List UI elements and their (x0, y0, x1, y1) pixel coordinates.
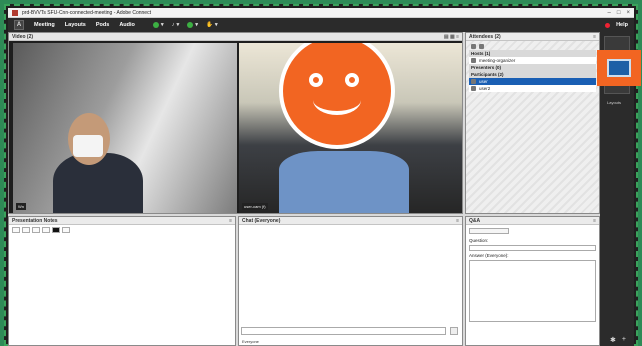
person-shirt (279, 151, 409, 213)
window-title: prd-BVVTs SFU-Cnn-connected-meeting - Ad… (22, 9, 151, 16)
list-button[interactable] (62, 227, 70, 233)
mic-icon: ♪ (171, 22, 175, 28)
window-titlebar: prd-BVVTs SFU-Cnn-connected-meeting - Ad… (8, 8, 634, 18)
underline-button[interactable] (42, 227, 50, 233)
menu-audio[interactable]: Audio (119, 22, 135, 28)
device-controls: ▾ ♪ ▾ ▾ ✋ ▾ (152, 22, 218, 28)
host-icon (471, 58, 476, 63)
status-control[interactable]: ✋ ▾ (206, 22, 218, 28)
qa-question-label: Question: (469, 238, 489, 243)
attendee-view-toggle[interactable] (469, 43, 596, 50)
video-pod: Video (2) ▤ ▦ ≡ Wn user-cam (f) (8, 32, 463, 214)
speaker-control[interactable]: ▾ (152, 22, 164, 28)
qa-filter-select[interactable] (469, 228, 509, 234)
notes-pod-title: Presentation Notes (12, 217, 58, 224)
participant-2-name: user2 (479, 86, 491, 91)
app-logo-icon (12, 9, 18, 16)
chat-pod: Chat (Everyone) ≡ Everyone (238, 216, 463, 346)
tools-icon[interactable]: ✱ (610, 336, 616, 344)
mic-control[interactable]: ♪ ▾ (172, 22, 180, 28)
participant-1-name: user (479, 79, 488, 84)
speaker-icon (152, 22, 159, 28)
attendees-list: Hosts (1) meeting-organizer Presenters (… (466, 41, 599, 94)
layout-screen-icon (607, 59, 631, 77)
maximize-icon[interactable]: □ (617, 10, 621, 16)
font-size-select[interactable] (12, 227, 20, 233)
hosts-section[interactable]: Hosts (1) (469, 50, 596, 57)
hosts-label: Hosts (1) (471, 51, 491, 56)
notes-pod-header: Presentation Notes ≡ (9, 217, 235, 225)
chat-pod-header: Chat (Everyone) ≡ (239, 217, 462, 225)
qa-question-field[interactable] (469, 245, 596, 251)
color-button[interactable] (52, 227, 60, 233)
menubar-right: Help (605, 22, 628, 28)
list-view-icon (471, 44, 476, 49)
help-menu[interactable]: Help (616, 22, 628, 28)
attendees-pod: Attendees (2) ≡ Hosts (1) meeting-organi… (465, 32, 600, 214)
layouts-label: Layouts (607, 100, 622, 105)
camera-feed-2[interactable]: user-cam (f) (239, 43, 462, 213)
attendee-participant-2[interactable]: user2 (469, 85, 596, 92)
user-icon (471, 79, 476, 84)
participants-section[interactable]: Participants (2) (469, 71, 596, 78)
attendees-count: (2) (494, 33, 501, 40)
presenters-label: Presenters (0) (471, 65, 502, 70)
record-icon (605, 22, 611, 28)
italic-button[interactable] (32, 227, 40, 233)
window-controls: – □ × (608, 10, 630, 16)
minimize-icon[interactable]: – (608, 10, 611, 16)
qa-pod-title: Q&A (469, 217, 481, 224)
menu-meeting[interactable]: Meeting (34, 22, 55, 28)
camera-icon (187, 22, 194, 28)
pod-options-icon[interactable]: ▤ ▦ ≡ (444, 34, 459, 40)
video-pod-count: (2) (26, 33, 34, 40)
video-pod-title: Video (12, 33, 26, 40)
pod-menu-icon[interactable]: ≡ (593, 34, 596, 40)
attendee-participant-1[interactable]: user (469, 78, 596, 85)
qa-pod-header: Q&A ≡ (466, 217, 599, 225)
add-layout-icon[interactable]: + (622, 336, 626, 344)
smiley-mouth (313, 85, 361, 115)
menu-pods[interactable]: Pods (96, 22, 109, 28)
camera-control[interactable]: ▾ (187, 22, 198, 28)
pod-menu-icon[interactable]: ≡ (229, 218, 232, 224)
attendees-pod-header: Attendees (2) ≡ (466, 33, 599, 41)
notes-toolbar (9, 225, 235, 235)
layout-highlight[interactable] (597, 50, 641, 86)
attendee-host[interactable]: meeting-organizer (469, 57, 596, 64)
chat-tab[interactable]: (Everyone) (255, 218, 281, 224)
chat-pod-title: Chat (242, 217, 254, 224)
qa-pod: Q&A ≡ Question: Answer (Everyone): (465, 216, 600, 346)
grid-view-icon (479, 44, 484, 49)
participants-label: Participants (2) (471, 72, 504, 77)
close-icon[interactable]: × (626, 10, 630, 16)
face-mask (73, 135, 103, 157)
chat-recipient[interactable]: Everyone (242, 339, 259, 344)
camera-1-label: Wn (16, 203, 26, 210)
camera-2-label: user-cam (f) (242, 203, 268, 210)
chat-send-button[interactable] (450, 327, 458, 335)
face-smiley-overlay (279, 43, 395, 149)
menu-layouts[interactable]: Layouts (65, 22, 86, 28)
user-icon (471, 86, 476, 91)
attendees-title: Attendees (469, 33, 494, 40)
pod-menu-icon[interactable]: ≡ (456, 218, 459, 224)
menu-bar: A Meeting Layouts Pods Audio ▾ ♪ ▾ ▾ ✋ ▾ H… (8, 18, 634, 32)
chat-input[interactable] (241, 327, 446, 335)
pod-menu-icon[interactable]: ≡ (593, 218, 596, 224)
notes-pod: Presentation Notes ≡ (8, 216, 236, 346)
presenters-section[interactable]: Presenters (0) (469, 64, 596, 71)
camera-feed-1[interactable]: Wn (13, 43, 237, 213)
raise-hand-icon: ✋ (205, 22, 213, 28)
meeting-stage: Video (2) ▤ ▦ ≡ Wn user-cam (f) Attendee… (8, 32, 600, 346)
qa-answer-label: Answer (Everyone): (469, 253, 509, 258)
rail-bottom-icons: ✱ + (610, 336, 626, 344)
bold-button[interactable] (22, 227, 30, 233)
video-pod-header: Video (2) ▤ ▦ ≡ (9, 33, 462, 41)
host-name: meeting-organizer (479, 58, 516, 63)
qa-answer-area[interactable] (469, 260, 596, 322)
adobe-logo-icon: A (14, 20, 24, 30)
